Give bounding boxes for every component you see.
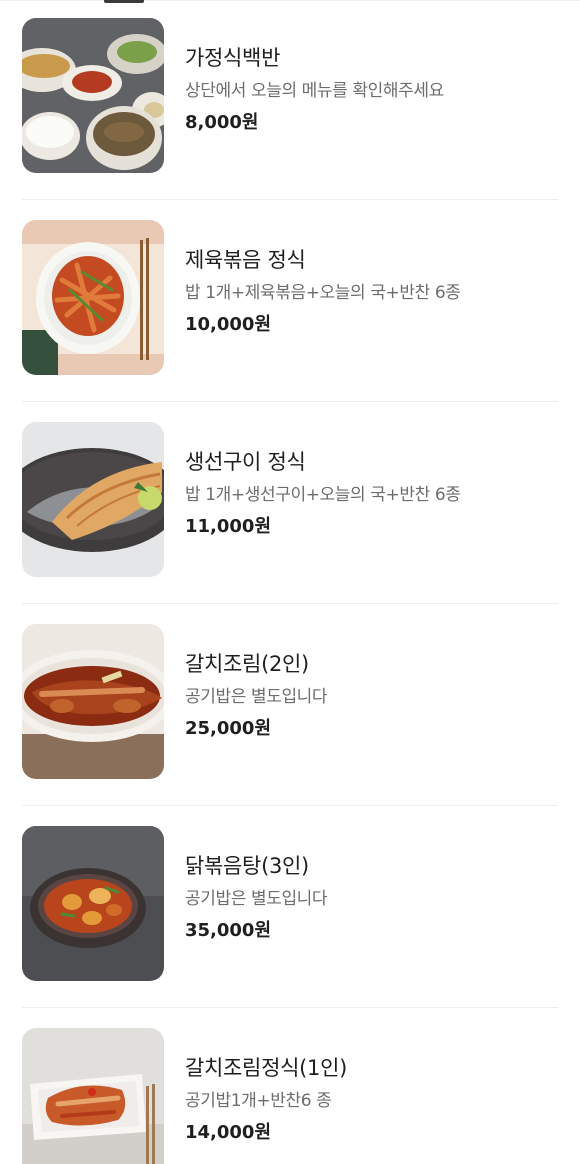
menu-item-spicy-pork-set[interactable]: 제육볶음 정식 밥 1개+제육볶음+오늘의 국+반찬 6종 10,000원 <box>22 200 558 402</box>
grilled-fish-photo <box>22 422 164 577</box>
menu-item-description: 공기밥은 별도입니다 <box>185 687 328 707</box>
braised-chicken-photo <box>22 826 164 981</box>
menu-item-image <box>22 1028 164 1164</box>
menu-item-price: 25,000원 <box>185 718 272 739</box>
menu-item-braised-cutlassfish-set-1[interactable]: 갈치조림정식(1인) 공기밥1개+반찬6 종 14,000원 <box>22 1008 558 1164</box>
menu-item-image <box>22 18 164 173</box>
cutlassfish-set-photo <box>22 1028 164 1164</box>
menu-item-image <box>22 220 164 375</box>
korean-meal-photo <box>22 18 164 173</box>
menu-item-name: 가정식백반 <box>185 46 281 70</box>
menu-item-braised-cutlassfish-2[interactable]: 갈치조림(2인) 공기밥은 별도입니다 25,000원 <box>22 604 558 806</box>
menu-item-home-style-meal[interactable]: 가정식백반 상단에서 오늘의 메뉴를 확인해주세요 8,000원 <box>22 0 558 200</box>
menu-item-name: 갈치조림정식(1인) <box>185 1056 347 1080</box>
menu-item-name: 생선구이 정식 <box>185 450 306 474</box>
menu-item-image <box>22 624 164 779</box>
menu-item-description: 밥 1개+생선구이+오늘의 국+반찬 6종 <box>185 485 461 505</box>
menu-item-name: 닭볶음탕(3인) <box>185 854 309 878</box>
menu-item-description: 밥 1개+제육볶음+오늘의 국+반찬 6종 <box>185 283 461 303</box>
menu-item-grilled-fish-set[interactable]: 생선구이 정식 밥 1개+생선구이+오늘의 국+반찬 6종 11,000원 <box>22 402 558 604</box>
menu-item-name: 제육볶음 정식 <box>185 248 306 272</box>
braised-cutlassfish-photo <box>22 624 164 779</box>
menu-item-description: 공기밥1개+반찬6 종 <box>185 1091 332 1111</box>
menu-item-price: 14,000원 <box>185 1122 272 1143</box>
menu-item-image <box>22 826 164 981</box>
menu-item-braised-chicken-3[interactable]: 닭볶음탕(3인) 공기밥은 별도입니다 35,000원 <box>22 806 558 1008</box>
menu-item-description: 공기밥은 별도입니다 <box>185 889 328 909</box>
menu-item-name: 갈치조림(2인) <box>185 652 309 676</box>
menu-item-price: 11,000원 <box>185 516 272 537</box>
spicy-pork-photo <box>22 220 164 375</box>
menu-item-description: 상단에서 오늘의 메뉴를 확인해주세요 <box>185 81 444 101</box>
menu-item-price: 10,000원 <box>185 314 272 335</box>
menu-item-price: 35,000원 <box>185 920 272 941</box>
menu-item-price: 8,000원 <box>185 112 259 133</box>
menu-item-image <box>22 422 164 577</box>
